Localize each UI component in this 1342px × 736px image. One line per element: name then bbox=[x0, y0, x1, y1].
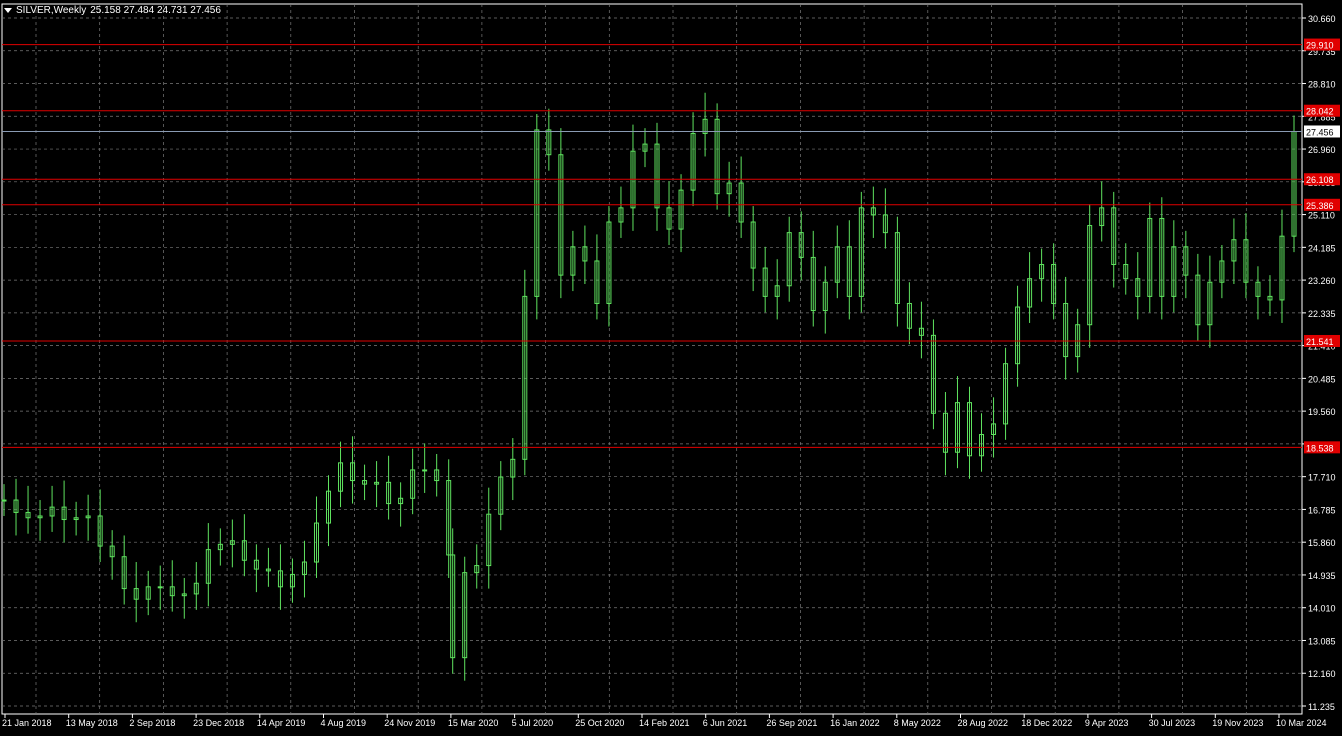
candle-body bbox=[422, 469, 428, 472]
x-tick-label: 13 May 2018 bbox=[66, 718, 118, 728]
x-tick-label: 18 Dec 2022 bbox=[1021, 718, 1072, 728]
y-tick-label: 30.660 bbox=[1308, 14, 1336, 24]
collapse-triangle-icon[interactable] bbox=[4, 7, 12, 13]
y-tick-label: 16.785 bbox=[1308, 505, 1336, 515]
x-tick-label: 14 Feb 2021 bbox=[639, 718, 690, 728]
y-tick-label: 15.860 bbox=[1308, 538, 1336, 548]
x-tick-label: 15 Mar 2020 bbox=[448, 718, 499, 728]
x-tick-label: 25 Oct 2020 bbox=[575, 718, 624, 728]
level-label: 18.538 bbox=[1306, 443, 1334, 453]
level-label: 26.108 bbox=[1306, 175, 1334, 185]
x-tick-label: 19 Nov 2023 bbox=[1212, 718, 1263, 728]
x-tick-label: 30 Jul 2023 bbox=[1149, 718, 1196, 728]
x-tick-label: 8 May 2022 bbox=[894, 718, 941, 728]
x-tick-label: 5 Jul 2020 bbox=[512, 718, 554, 728]
x-tick-label: 26 Sep 2021 bbox=[766, 718, 817, 728]
y-tick-label: 14.935 bbox=[1308, 571, 1336, 581]
x-tick-label: 10 Mar 2024 bbox=[1276, 718, 1327, 728]
symbol-timeframe: SILVER,Weekly bbox=[16, 5, 87, 16]
price-chart[interactable]: 30.66029.73528.81027.88526.96026.03525.1… bbox=[0, 0, 1342, 736]
x-tick-label: 4 Aug 2019 bbox=[321, 718, 367, 728]
level-label: 29.910 bbox=[1306, 41, 1334, 51]
chart-window[interactable]: 30.66029.73528.81027.88526.96026.03525.1… bbox=[0, 0, 1342, 736]
y-tick-label: 25.110 bbox=[1308, 211, 1335, 221]
y-tick-label: 20.485 bbox=[1308, 374, 1336, 384]
candle-body bbox=[157, 586, 163, 589]
x-tick-label: 28 Aug 2022 bbox=[958, 718, 1009, 728]
x-tick-label: 14 Apr 2019 bbox=[257, 718, 306, 728]
y-tick-label: 28.810 bbox=[1308, 80, 1336, 90]
x-tick-label: 9 Apr 2023 bbox=[1085, 718, 1129, 728]
x-tick-label: 6 Jun 2021 bbox=[703, 718, 748, 728]
y-tick-label: 19.560 bbox=[1308, 407, 1336, 417]
x-tick-label: 24 Nov 2019 bbox=[384, 718, 435, 728]
x-tick-label: 16 Jan 2022 bbox=[830, 718, 880, 728]
x-tick-label: 23 Dec 2018 bbox=[193, 718, 244, 728]
y-tick-label: 17.710 bbox=[1308, 473, 1336, 483]
ohlc-values: 25.158 27.484 24.731 27.456 bbox=[90, 5, 221, 16]
y-tick-label: 23.260 bbox=[1308, 276, 1336, 286]
y-tick-label: 13.085 bbox=[1308, 636, 1336, 646]
y-tick-label: 26.960 bbox=[1308, 145, 1336, 155]
y-tick-label: 11.235 bbox=[1308, 702, 1335, 712]
level-label: 28.042 bbox=[1306, 107, 1334, 117]
x-tick-label: 21 Jan 2018 bbox=[2, 718, 52, 728]
level-label: 25.386 bbox=[1306, 201, 1334, 211]
y-tick-label: 24.185 bbox=[1308, 243, 1336, 253]
level-label: 21.541 bbox=[1306, 337, 1334, 347]
current-price-label: 27.456 bbox=[1306, 127, 1334, 137]
y-tick-label: 14.010 bbox=[1308, 604, 1336, 614]
candle-body bbox=[1, 499, 7, 502]
chart-header: SILVER,Weekly 25.158 27.484 24.731 27.456 bbox=[4, 5, 225, 16]
y-tick-label: 12.160 bbox=[1308, 669, 1336, 679]
y-tick-label: 22.335 bbox=[1308, 309, 1336, 319]
x-tick-label: 2 Sep 2018 bbox=[129, 718, 175, 728]
